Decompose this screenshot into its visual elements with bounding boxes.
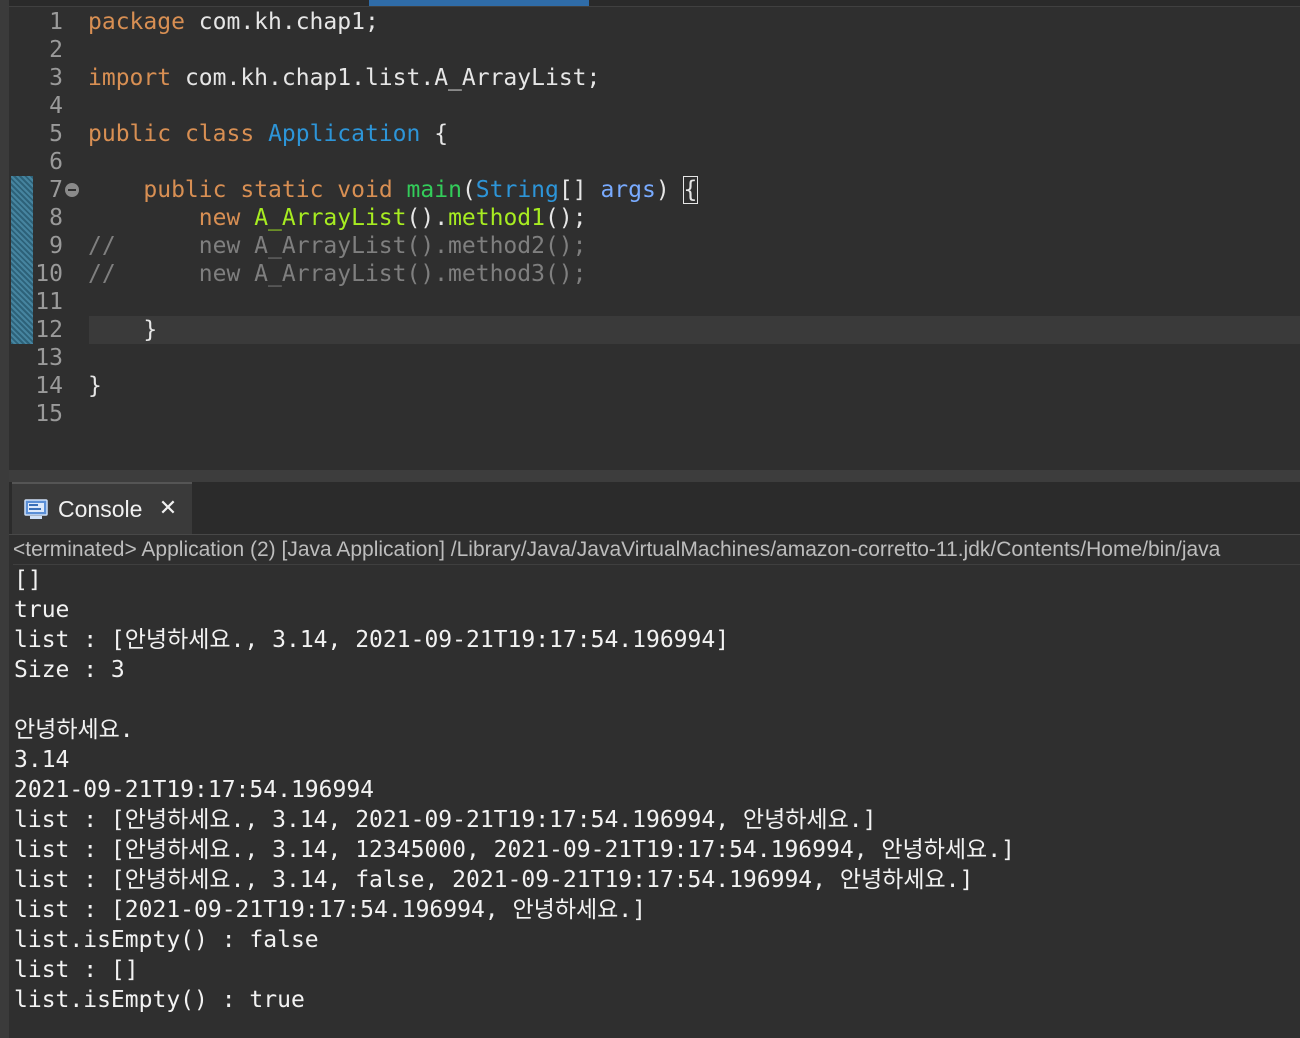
line-number: 4	[49, 93, 63, 119]
window-left-edge	[0, 0, 9, 1038]
line-number: 1	[49, 9, 63, 35]
code-token: public	[143, 177, 227, 203]
editor-top-border	[9, 0, 1300, 7]
code-token: import	[88, 65, 172, 91]
console-status-line: <terminated> Application (2) [Java Appli…	[13, 536, 1300, 565]
console-output-line: list : []	[14, 957, 139, 983]
code-text: new A_ArrayList().method1();	[88, 204, 587, 232]
code-text: package com.kh.chap1;	[88, 8, 379, 36]
console-output-line: 2021-09-21T19:17:54.196994	[14, 777, 375, 803]
line-number: 6	[49, 149, 63, 175]
code-text: // new A_ArrayList().method2();	[88, 232, 587, 260]
code-token: package	[88, 9, 185, 35]
console-output-line: list : [안녕하세요., 3.14, false, 2021-09-21T…	[14, 867, 974, 893]
console-output-line: list.isEmpty() : true	[14, 987, 305, 1013]
line-number: 11	[35, 289, 63, 315]
code-token: A_ArrayList	[254, 205, 407, 231]
console-output-line: []	[14, 567, 42, 593]
code-token: class	[184, 121, 255, 147]
console-output-line: list : [안녕하세요., 3.14, 2021-09-21T19:17:5…	[14, 807, 877, 833]
code-text: import com.kh.chap1.list.A_ArrayList;	[88, 64, 600, 92]
code-token: (	[461, 177, 476, 203]
code-token: }	[88, 373, 102, 399]
code-token: void	[337, 177, 393, 203]
code-token: {	[420, 121, 449, 147]
code-text: public static void main(String[] args) {	[88, 176, 699, 204]
code-token: method1	[448, 205, 545, 231]
code-text: // new A_ArrayList().method3();	[88, 260, 587, 288]
line-number: 7	[49, 177, 63, 203]
console-tab-bar: Console ✕	[9, 482, 1300, 535]
code-token: public	[88, 121, 172, 147]
fold-collapse-icon[interactable]	[65, 183, 79, 197]
code-token: String	[475, 177, 559, 203]
line-number: 5	[49, 121, 63, 147]
line-number: 14	[35, 373, 63, 399]
line-number: 9	[49, 233, 63, 259]
code-token: []	[558, 177, 601, 203]
code-token: ();	[545, 205, 587, 231]
console-output[interactable]: [] true list : [안녕하세요., 3.14, 2021-09-21T1…	[14, 565, 1294, 1015]
line-number: 10	[35, 261, 63, 287]
code-token: // new A_ArrayList().method2();	[88, 233, 587, 259]
code-token: {	[682, 176, 699, 204]
close-icon[interactable]: ✕	[157, 498, 179, 520]
code-token: new	[198, 205, 241, 231]
panel-divider[interactable]	[9, 470, 1300, 482]
code-token: ().	[406, 205, 449, 231]
code-token: )	[655, 177, 684, 203]
console-output-line: list : [안녕하세요., 3.14, 2021-09-21T19:17:5…	[14, 627, 730, 653]
console-output-line: list.isEmpty() : false	[14, 927, 319, 953]
code-token: main	[406, 177, 462, 203]
console-output-line: list : [안녕하세요., 3.14, 12345000, 2021-09-…	[14, 837, 1015, 863]
current-line-highlight	[89, 316, 1300, 344]
line-number: 13	[35, 345, 63, 371]
editor-scroll-indicator	[369, 0, 589, 6]
line-number: 12	[35, 317, 63, 343]
console-output-line: 안녕하세요.	[14, 717, 134, 743]
code-token: static	[240, 177, 324, 203]
console-output-line: Size : 3	[14, 657, 125, 683]
line-number: 3	[49, 65, 63, 91]
console-monitor-icon	[24, 499, 48, 521]
code-text: }	[88, 372, 102, 400]
code-token: Application	[268, 121, 421, 147]
code-token: // new A_ArrayList().method3();	[88, 261, 587, 287]
tab-console[interactable]: Console ✕	[12, 482, 192, 534]
code-text: }	[88, 316, 157, 344]
code-token: }	[88, 317, 158, 343]
code-token: com.kh.chap1;	[184, 9, 379, 35]
console-output-line: list : [2021-09-21T19:17:54.196994, 안녕하세…	[14, 897, 646, 923]
line-number: 8	[49, 205, 63, 231]
line-number: 2	[49, 37, 63, 63]
console-output-line: 3.14	[14, 747, 70, 773]
code-text: public class Application {	[88, 120, 448, 148]
console-output-line: true	[14, 597, 70, 623]
code-token: com.kh.chap1.list.A_ArrayList;	[171, 65, 601, 91]
line-number: 15	[35, 401, 63, 427]
code-editor[interactable]: 1 package com.kh.chap1; 2 3 import com.kh.ch…	[9, 0, 1300, 470]
console-tab-label: Console	[58, 496, 143, 522]
code-token: args	[600, 177, 656, 203]
